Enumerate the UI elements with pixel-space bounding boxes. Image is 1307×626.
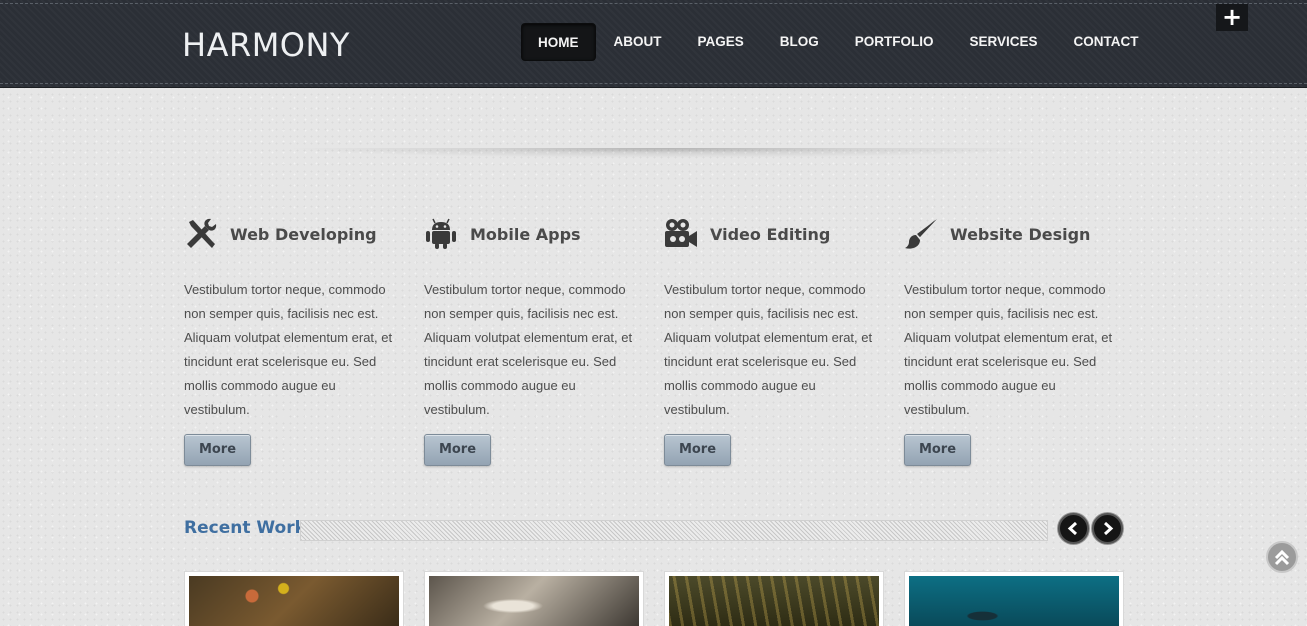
service-header: Website Design [904,216,1124,252]
tools-icon [187,218,217,248]
site-logo[interactable]: HARMONY [182,26,350,64]
service-title: Video Editing [710,224,831,244]
prev-arrow-icon[interactable] [1058,513,1089,544]
service-header: Web Developing [184,216,404,252]
site-header: HARMONY HOME ABOUT PAGES BLOG PORTFOLIO … [0,0,1307,88]
nav-contact[interactable]: CONTACT [1056,23,1157,61]
service-description: Vestibulum tortor neque, commodo non sem… [424,282,633,417]
scroll-to-top-icon[interactable] [1266,541,1298,573]
video-camera-icon [665,219,697,247]
nav-blog[interactable]: BLOG [762,23,837,61]
plus-icon[interactable]: + [1216,4,1248,31]
next-arrow-icon[interactable] [1092,513,1123,544]
nav-home[interactable]: HOME [521,23,596,61]
service-video-editing: Video Editing Vestibulum tortor neque, c… [664,216,884,466]
android-icon [426,218,456,249]
portfolio-thumb[interactable] [184,571,404,626]
main-nav: HOME ABOUT PAGES BLOG PORTFOLIO SERVICES… [521,23,1157,61]
paintbrush-icon [905,219,937,249]
service-title: Website Design [950,224,1091,244]
more-button[interactable]: More [904,434,971,466]
portfolio-image [429,576,639,626]
service-mobile-apps: Mobile Apps Vestibulum tortor neque, com… [424,216,644,466]
nav-portfolio[interactable]: PORTFOLIO [837,23,952,61]
portfolio-image [189,576,399,626]
service-header: Mobile Apps [424,216,644,252]
nav-services[interactable]: SERVICES [952,23,1056,61]
service-header: Video Editing [664,216,884,252]
service-title: Web Developing [230,224,377,244]
service-title: Mobile Apps [470,224,581,244]
nav-pages[interactable]: PAGES [680,23,762,61]
portfolio-image [669,576,879,626]
portfolio-image [909,576,1119,626]
portfolio-thumb[interactable] [904,571,1124,626]
more-button[interactable]: More [664,434,731,466]
portfolio-thumb[interactable] [664,571,884,626]
service-website-design: Website Design Vestibulum tortor neque, … [904,216,1124,466]
service-description: Vestibulum tortor neque, commodo non sem… [664,282,873,417]
service-description: Vestibulum tortor neque, commodo non sem… [184,282,393,417]
more-button[interactable]: More [184,434,251,466]
service-web-developing: Web Developing Vestibulum tortor neque, … [184,216,404,466]
recent-work-divider [300,520,1048,541]
divider-shadow [282,148,1052,158]
service-description: Vestibulum tortor neque, commodo non sem… [904,282,1113,417]
recent-work-title: Recent Work [184,518,306,538]
portfolio-thumb[interactable] [424,571,644,626]
more-button[interactable]: More [424,434,491,466]
nav-about[interactable]: ABOUT [596,23,680,61]
